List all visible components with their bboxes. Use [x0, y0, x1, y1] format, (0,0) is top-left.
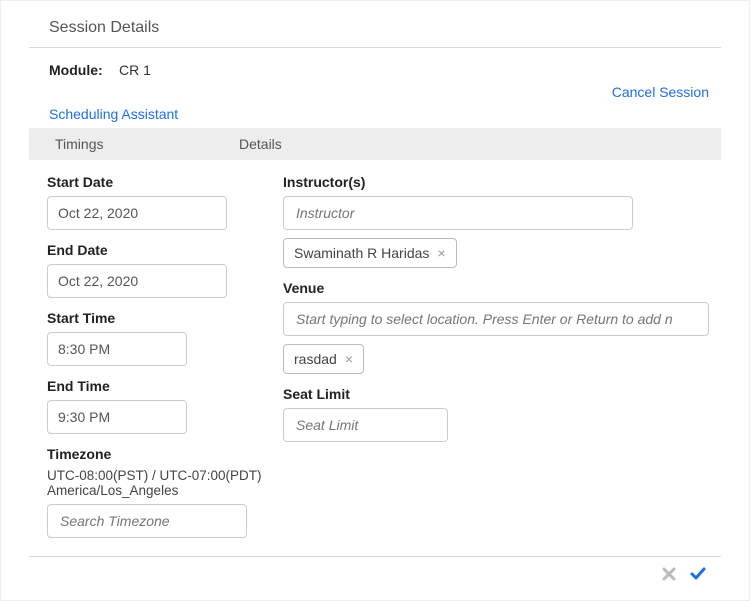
- tab-bar: Timings Details: [29, 128, 721, 160]
- tab-details[interactable]: Details: [229, 128, 721, 160]
- timezone-value: UTC-08:00(PST) / UTC-07:00(PDT) America/…: [47, 468, 267, 498]
- timezone-search-field[interactable]: [58, 512, 236, 530]
- session-details-panel: Session Details Module: CR 1 Cancel Sess…: [0, 0, 750, 601]
- end-date-input[interactable]: Oct 22, 2020: [47, 264, 227, 298]
- remove-instructor-icon[interactable]: ×: [437, 245, 445, 261]
- confirm-icon[interactable]: [689, 565, 707, 586]
- instructors-field[interactable]: [294, 204, 622, 222]
- page-title: Session Details: [29, 15, 721, 48]
- timezone-label: Timezone: [47, 446, 267, 462]
- module-row: Module: CR 1: [29, 48, 721, 78]
- venue-chip[interactable]: rasdad ×: [283, 344, 364, 374]
- check-icon: [689, 565, 707, 583]
- end-time-value: 9:30 PM: [58, 409, 110, 425]
- start-date-value: Oct 22, 2020: [58, 205, 138, 221]
- x-icon: [661, 566, 677, 582]
- start-date-label: Start Date: [47, 174, 267, 190]
- close-icon[interactable]: [661, 566, 677, 585]
- start-time-value: 8:30 PM: [58, 341, 110, 357]
- footer-actions: [29, 556, 721, 586]
- module-label: Module:: [49, 62, 119, 78]
- instructors-input[interactable]: [283, 196, 633, 230]
- venue-field[interactable]: [294, 310, 698, 328]
- remove-venue-icon[interactable]: ×: [345, 351, 353, 367]
- start-date-input[interactable]: Oct 22, 2020: [47, 196, 227, 230]
- venue-input[interactable]: [283, 302, 709, 336]
- details-column: Instructor(s) Swaminath R Haridas × Venu…: [283, 174, 709, 550]
- end-time-input[interactable]: 9:30 PM: [47, 400, 187, 434]
- module-value: CR 1: [119, 62, 151, 78]
- cancel-session-link[interactable]: Cancel Session: [29, 78, 721, 106]
- end-date-value: Oct 22, 2020: [58, 273, 138, 289]
- instructor-chip[interactable]: Swaminath R Haridas ×: [283, 238, 457, 268]
- instructors-label: Instructor(s): [283, 174, 709, 190]
- venue-label: Venue: [283, 280, 709, 296]
- timezone-search-input[interactable]: [47, 504, 247, 538]
- end-date-label: End Date: [47, 242, 267, 258]
- tab-timings[interactable]: Timings: [29, 128, 229, 160]
- start-time-label: Start Time: [47, 310, 267, 326]
- start-time-input[interactable]: 8:30 PM: [47, 332, 187, 366]
- seat-limit-label: Seat Limit: [283, 386, 709, 402]
- seat-limit-field[interactable]: [294, 416, 437, 434]
- timings-column: Start Date Oct 22, 2020 End Date Oct 22,…: [47, 174, 267, 550]
- scheduling-assistant-link[interactable]: Scheduling Assistant: [29, 106, 721, 128]
- form-area: Start Date Oct 22, 2020 End Date Oct 22,…: [29, 160, 721, 550]
- instructor-chip-label: Swaminath R Haridas: [294, 245, 429, 261]
- venue-chip-label: rasdad: [294, 351, 337, 367]
- end-time-label: End Time: [47, 378, 267, 394]
- seat-limit-input[interactable]: [283, 408, 448, 442]
